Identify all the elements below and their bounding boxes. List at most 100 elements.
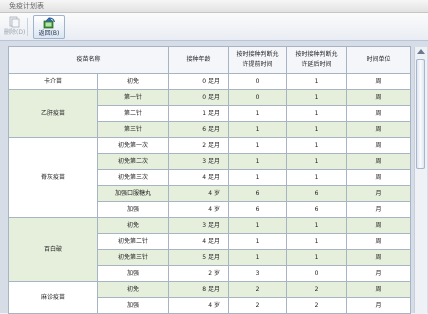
age-cell: 5 足月 xyxy=(168,249,230,266)
window-title: 免疫计划表 xyxy=(9,2,44,10)
early-tolerance-cell: 1 xyxy=(228,153,288,170)
early-tolerance-cell: 2 xyxy=(228,297,288,314)
early-tolerance-cell: 6 xyxy=(228,201,288,218)
content-area: 疫苗名称 接种年龄 按时接种判断允许提前时间 按时接种判断允许延后时间 时间单位… xyxy=(0,41,428,314)
time-unit-cell: 周 xyxy=(346,105,412,122)
age-cell: 2 岁 xyxy=(168,265,230,282)
table-row[interactable]: 乙肝疫苗 第一针 0 足月 0 1 周 xyxy=(8,89,412,138)
header-late: 按时接种判断允许延后时间 xyxy=(286,46,348,74)
dose-cell: 初免 xyxy=(96,73,170,90)
time-unit-cell: 周 xyxy=(346,217,412,234)
back-icon xyxy=(43,17,55,29)
time-unit-cell: 月 xyxy=(346,185,412,202)
late-tolerance-cell: 1 xyxy=(286,121,348,138)
early-tolerance-cell: 1 xyxy=(228,137,288,154)
dose-cell: 加强 xyxy=(96,265,170,282)
late-tolerance-cell: 1 xyxy=(286,137,348,154)
late-tolerance-cell: 1 xyxy=(286,249,348,266)
early-tolerance-cell: 0 xyxy=(228,73,288,90)
dose-cell: 初免 xyxy=(96,217,170,234)
early-tolerance-cell: 2 xyxy=(228,281,288,298)
late-tolerance-cell: 6 xyxy=(286,185,348,202)
vaccine-name-cell: 脊灰疫苗 xyxy=(8,137,98,218)
early-tolerance-cell: 0 xyxy=(228,89,288,106)
late-tolerance-cell: 0 xyxy=(286,265,348,282)
vertical-scrollbar[interactable] xyxy=(414,47,427,313)
time-unit-cell: 周 xyxy=(346,89,412,106)
early-tolerance-cell: 3 xyxy=(228,265,288,282)
dose-cell: 第一针 xyxy=(96,89,170,106)
time-unit-cell: 周 xyxy=(346,233,412,250)
late-tolerance-cell: 1 xyxy=(286,233,348,250)
back-label: 返回(B) xyxy=(38,30,60,37)
vaccine-name-cell: 百白破 xyxy=(8,217,98,282)
age-cell: 6 足月 xyxy=(168,121,230,138)
late-tolerance-cell: 1 xyxy=(286,153,348,170)
age-cell: 2 足月 xyxy=(168,137,230,154)
age-cell: 4 岁 xyxy=(168,297,230,314)
age-cell: 4 足月 xyxy=(168,169,230,186)
time-unit-cell: 周 xyxy=(346,121,412,138)
vaccine-name-cell: 乙肝疫苗 xyxy=(8,89,98,138)
age-cell: 1 足月 xyxy=(168,105,230,122)
vaccine-name-cell: 麻诊疫苗 xyxy=(8,281,98,314)
early-tolerance-cell: 1 xyxy=(228,249,288,266)
dose-cell: 初免第一次 xyxy=(96,137,170,154)
toolbar-separator xyxy=(27,18,28,36)
dose-cell: 加强 xyxy=(96,201,170,218)
time-unit-cell: 周 xyxy=(346,153,412,170)
scroll-up-arrow-icon[interactable] xyxy=(417,49,425,54)
early-tolerance-cell: 1 xyxy=(228,105,288,122)
title-bar: 免疫计划表 xyxy=(0,0,428,13)
dose-cell: 初免第二次 xyxy=(96,153,170,170)
vaccine-name-cell: 卡介苗 xyxy=(8,73,98,90)
age-cell: 3 足月 xyxy=(168,153,230,170)
delete-label: 删除(D) xyxy=(4,29,26,36)
late-tolerance-cell: 2 xyxy=(286,281,348,298)
back-button[interactable]: 返回(B) xyxy=(33,15,65,39)
age-cell: 3 足月 xyxy=(168,217,230,234)
header-early: 按时接种判断允许提前时间 xyxy=(228,46,288,74)
scroll-thumb[interactable] xyxy=(416,59,425,169)
delete-button[interactable]: 删除(D) xyxy=(4,16,26,38)
toolbar: 删除(D) 返回(B) xyxy=(0,13,428,41)
time-unit-cell: 周 xyxy=(346,169,412,186)
dose-cell: 初免 xyxy=(96,281,170,298)
late-tolerance-cell: 1 xyxy=(286,89,348,106)
dose-cell: 初免第二针 xyxy=(96,233,170,250)
dose-cell: 加强 xyxy=(96,297,170,314)
dose-cell: 第三针 xyxy=(96,121,170,138)
time-unit-cell: 周 xyxy=(346,73,412,90)
dose-cell: 初免第三针 xyxy=(96,249,170,266)
time-unit-cell: 周 xyxy=(346,137,412,154)
early-tolerance-cell: 1 xyxy=(228,121,288,138)
header-age: 接种年龄 xyxy=(168,46,230,74)
early-tolerance-cell: 1 xyxy=(228,217,288,234)
time-unit-cell: 周 xyxy=(346,249,412,266)
late-tolerance-cell: 2 xyxy=(286,297,348,314)
age-cell: 4 岁 xyxy=(168,185,230,202)
time-unit-cell: 月 xyxy=(346,265,412,282)
time-unit-cell: 周 xyxy=(346,281,412,298)
time-unit-cell: 月 xyxy=(346,201,412,218)
age-cell: 0 足月 xyxy=(168,73,230,90)
late-tolerance-cell: 1 xyxy=(286,105,348,122)
early-tolerance-cell: 6 xyxy=(228,185,288,202)
delete-icon xyxy=(9,16,20,28)
age-cell: 0 足月 xyxy=(168,89,230,106)
header-vaccine: 疫苗名称 xyxy=(7,46,170,74)
dose-cell: 第二针 xyxy=(96,105,170,122)
late-tolerance-cell: 1 xyxy=(286,169,348,186)
late-tolerance-cell: 1 xyxy=(286,73,348,90)
table-row[interactable]: 卡介苗 初免 0 足月 0 1 周 xyxy=(8,73,412,90)
header-unit: 时间单位 xyxy=(346,46,412,74)
table-header-row: 疫苗名称 接种年龄 按时接种判断允许提前时间 按时接种判断允许延后时间 时间单位 xyxy=(7,46,412,74)
dose-cell: 加强口服糖丸 xyxy=(96,185,170,202)
table-row[interactable]: 百白破 初免 3 足月 1 1 周 xyxy=(8,217,412,282)
table-row[interactable]: 脊灰疫苗 初免第一次 2 足月 1 1 周 xyxy=(8,137,412,218)
table-row[interactable]: 麻诊疫苗 初免 8 足月 2 2 周 xyxy=(8,281,412,314)
age-cell: 4 足月 xyxy=(168,233,230,250)
immunization-schedule-table: 疫苗名称 接种年龄 按时接种判断允许提前时间 按时接种判断允许延后时间 时间单位… xyxy=(7,46,412,314)
age-cell: 4 岁 xyxy=(168,201,230,218)
time-unit-cell: 月 xyxy=(346,297,412,314)
